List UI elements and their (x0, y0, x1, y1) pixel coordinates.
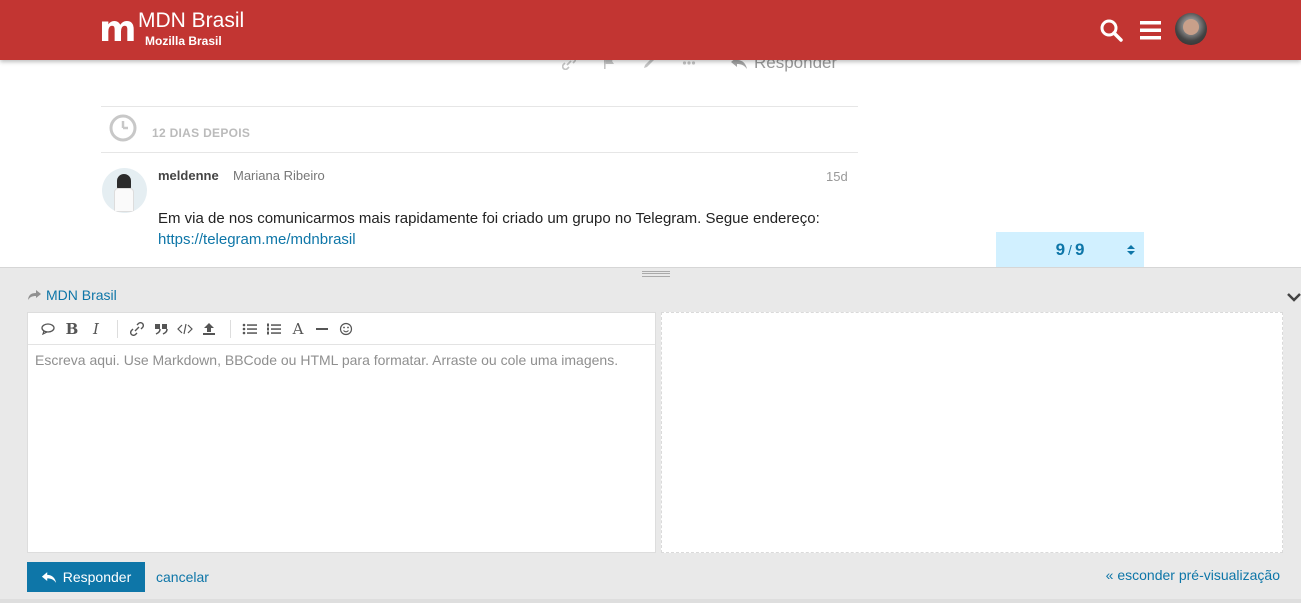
editor-panel: B I A (27, 312, 656, 553)
toolbar-separator (230, 319, 231, 338)
composer-bottom-border (0, 599, 1301, 603)
site-header: m MDN Brasil Mozilla Brasil (0, 0, 1301, 60)
topic-progress[interactable]: 9/9 (996, 232, 1144, 268)
search-icon[interactable] (1099, 18, 1123, 42)
bold-icon[interactable]: B (61, 318, 83, 340)
reply-button-label: Responder (62, 569, 132, 585)
composer-resize-grip[interactable] (642, 271, 670, 277)
post-age[interactable]: 15d (826, 169, 848, 184)
share-arrow-icon (28, 290, 41, 300)
heading-icon[interactable]: A (287, 318, 309, 340)
blockquote-icon[interactable] (150, 318, 172, 340)
divider (101, 152, 858, 153)
reply-button[interactable]: Responder (27, 562, 145, 592)
post-full-name[interactable]: Mariana Ribeiro (233, 168, 325, 183)
expand-toggle-icon[interactable] (1127, 244, 1135, 256)
site-logo[interactable]: m (99, 10, 136, 50)
quote-icon[interactable] (37, 318, 59, 340)
toolbar-separator (117, 319, 118, 338)
reply-textarea[interactable] (28, 345, 655, 552)
post-username[interactable]: meldenne (158, 168, 219, 183)
clock-icon (109, 114, 137, 142)
reply-icon (41, 571, 56, 583)
link-icon[interactable] (126, 318, 148, 340)
bullet-list-icon[interactable] (239, 318, 261, 340)
preview-pane (661, 312, 1283, 553)
hamburger-menu-icon[interactable] (1139, 18, 1163, 42)
rule-icon[interactable] (311, 318, 333, 340)
cancel-link[interactable]: cancelar (156, 569, 209, 585)
italic-icon[interactable]: I (85, 318, 107, 340)
post-body: Em via de nos comunicarmos mais rapidame… (158, 208, 858, 250)
time-gap-label: 12 DIAS DEPOIS (152, 126, 251, 140)
numbered-list-icon[interactable] (263, 318, 285, 340)
post-avatar[interactable] (102, 168, 147, 213)
emoji-icon[interactable] (335, 318, 357, 340)
editor-toolbar: B I A (28, 313, 655, 345)
hide-preview-link[interactable]: « esconder pré-visualização (1106, 567, 1280, 583)
reply-composer: MDN Brasil B I A Escreva aqui. Use Markd… (0, 267, 1301, 603)
site-title[interactable]: MDN Brasil (138, 9, 244, 33)
user-avatar[interactable] (1175, 13, 1207, 45)
post-text: Em via de nos comunicarmos mais rapidame… (158, 210, 820, 227)
telegram-link[interactable]: https://telegram.me/mdnbrasil (158, 231, 356, 248)
reply-to-topic[interactable]: MDN Brasil (27, 287, 117, 303)
reply-to-title: MDN Brasil (46, 287, 117, 303)
site-subtitle: Mozilla Brasil (145, 34, 222, 48)
upload-icon[interactable] (198, 318, 220, 340)
chevron-down-icon[interactable] (1287, 292, 1301, 302)
divider (101, 106, 858, 107)
progress-count: 9/9 (1055, 240, 1085, 259)
code-icon[interactable] (174, 318, 196, 340)
